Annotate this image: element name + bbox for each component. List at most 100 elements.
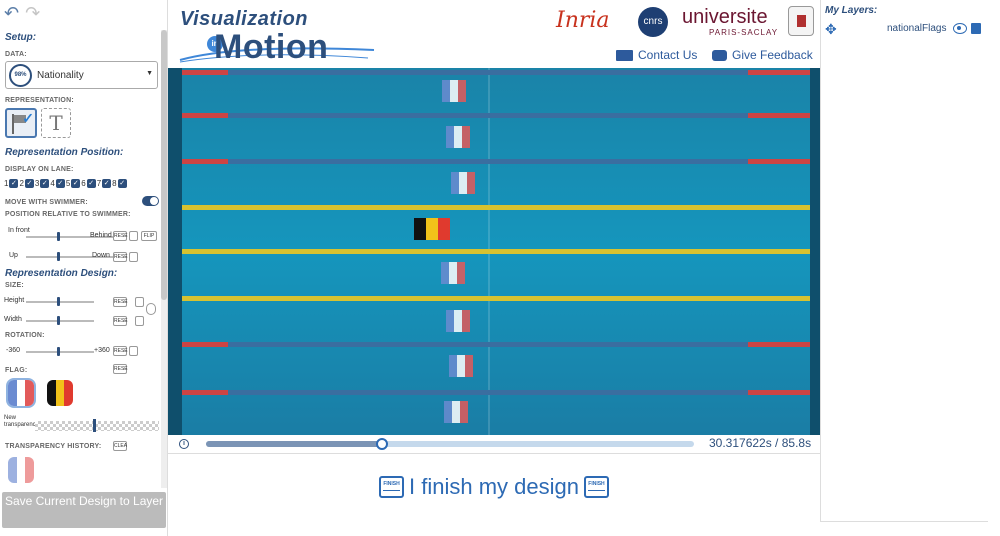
layer-name: nationalFlags <box>887 23 947 34</box>
video-progress-knob[interactable] <box>375 438 388 450</box>
reset-rotation-button[interactable]: RESE <box>113 346 128 356</box>
layer-item[interactable]: ✥ nationalFlags <box>825 22 985 36</box>
transparency-history-item[interactable] <box>8 457 34 483</box>
up-down-slider-thumb[interactable] <box>57 252 60 261</box>
reset-updown-button[interactable]: RESE <box>113 252 128 262</box>
lane-checkbox[interactable]: ✓ <box>86 179 96 188</box>
move-with-swimmer-label: MOVE WITH SWIMMER: <box>5 199 88 206</box>
decrement-button[interactable] <box>135 297 144 307</box>
flip-button[interactable]: FLIP <box>141 231 157 241</box>
checkmark-icon: ✓ <box>22 110 34 126</box>
setup-scrollbar-thumb[interactable] <box>161 30 167 300</box>
pause-icon[interactable]: II <box>179 439 189 449</box>
swimmer-flag-france <box>446 126 470 148</box>
video-progress-bar[interactable] <box>206 438 694 450</box>
feedback-link[interactable]: Give Feedback <box>712 48 813 62</box>
lane-checkbox[interactable]: ✓ <box>9 179 19 188</box>
lane-label: 1 <box>4 179 9 188</box>
rotation-slider-thumb[interactable] <box>57 347 60 356</box>
paris-saclay-label: PARIS-SACLAY <box>709 28 779 37</box>
trash-icon[interactable] <box>971 23 981 34</box>
data-select[interactable]: 98% Nationality ▼ <box>5 61 158 89</box>
decrement-button[interactable] <box>129 231 138 241</box>
lane-rope <box>168 159 820 164</box>
reset-flag-button[interactable]: RESE <box>113 364 128 374</box>
move-icon[interactable]: ✥ <box>825 22 837 36</box>
up-down-slider-row: Up Down <box>4 252 164 266</box>
video-progress-fill <box>206 441 382 447</box>
finish-design-label: I finish my design <box>409 474 579 499</box>
front-behind-slider-thumb[interactable] <box>57 232 60 241</box>
position-title: Representation Position: <box>5 147 124 158</box>
swimming-video[interactable] <box>168 68 820 435</box>
video-controls: II 30.317622s / 85.8s <box>168 435 820 454</box>
lane-label: 3 <box>34 179 40 188</box>
rotation-slider-row: -360 +360 <box>4 347 164 361</box>
redo-icon[interactable]: ↷ <box>25 4 40 22</box>
data-coverage-badge: 98% <box>9 63 32 87</box>
lane-checkbox[interactable]: ✓ <box>117 179 127 188</box>
move-with-swimmer-toggle[interactable] <box>142 196 159 206</box>
setup-panel: ↶ ↷ Setup: DATA: 98% Nationality ▼ REPRE… <box>0 0 168 536</box>
display-on-lane-label: DISPLAY ON LANE: <box>5 166 74 173</box>
envelope-icon <box>616 49 633 61</box>
rotation-slider[interactable] <box>26 351 94 353</box>
reset-height-button[interactable]: RESE <box>113 297 128 307</box>
reset-width-button[interactable]: RESE <box>113 316 128 326</box>
reset-position-button[interactable]: RESE <box>113 231 128 241</box>
swimmer-flag-france <box>449 355 473 377</box>
lane-rope <box>168 296 820 301</box>
clear-history-button[interactable]: CLEA <box>113 441 127 451</box>
lane-checkbox[interactable]: ✓ <box>71 179 81 188</box>
lane-checkbox[interactable]: ✓ <box>102 179 112 188</box>
lane-checkbox[interactable]: ✓ <box>40 179 50 188</box>
width-slider-thumb[interactable] <box>57 316 60 325</box>
finish-design-button[interactable]: FINISH I finish my design FINISH <box>168 474 820 500</box>
height-slider-thumb[interactable] <box>57 297 60 306</box>
pool-wall-right <box>810 68 820 435</box>
lane-rope <box>168 70 820 75</box>
setup-scrollbar[interactable] <box>161 30 167 488</box>
lane-checkbox[interactable]: ✓ <box>55 179 65 188</box>
pool-wall-left <box>168 68 182 435</box>
lane-rope <box>168 390 820 395</box>
decrement-button[interactable] <box>135 316 144 326</box>
belgium-flag-option[interactable] <box>47 380 73 406</box>
header: Visualization in Motion Inria cnrs unive… <box>168 0 820 68</box>
decrement-button[interactable] <box>129 252 138 262</box>
universite-logo: universite <box>682 6 768 28</box>
transparency-slider[interactable] <box>35 421 159 431</box>
height-slider[interactable] <box>26 301 94 303</box>
transparency-slider-thumb[interactable] <box>93 419 96 432</box>
save-design-button[interactable]: Save Current Design to Layer <box>2 492 166 528</box>
lane-label: 7 <box>96 179 102 188</box>
flag-representation-button[interactable]: ✓ <box>5 108 37 138</box>
lane-checkbox[interactable]: ✓ <box>24 179 34 188</box>
swimmer-flag-france <box>441 262 465 284</box>
undo-icon[interactable]: ↶ <box>4 4 19 22</box>
contact-link[interactable]: Contact Us <box>616 48 697 62</box>
lane-checkboxes: 1 ✓ 2 ✓ 3 ✓ 4 ✓ 5 ✓ 6 ✓ 7 ✓ 8 ✓ <box>4 179 128 188</box>
cnrs-logo: cnrs <box>638 7 668 37</box>
lock-aspect-icon[interactable] <box>146 303 156 315</box>
representation-options: ✓ T <box>5 108 71 138</box>
swimmer-flag-france <box>446 310 470 332</box>
width-slider[interactable] <box>26 320 94 322</box>
height-label: Height <box>4 297 25 304</box>
decrement-button[interactable] <box>129 346 138 356</box>
up-label: Up <box>9 252 18 259</box>
france-flag-option[interactable] <box>8 380 34 406</box>
swimmer-flag-france <box>444 401 468 423</box>
eye-icon[interactable] <box>953 23 967 34</box>
swimmer-flag-belgium <box>414 218 450 240</box>
behind-label: Behind <box>90 232 112 239</box>
rotation-max-label: +360 <box>94 347 110 354</box>
logo-line2: Motion <box>214 28 329 66</box>
position-relative-label: POSITION RELATIVE TO SWIMMER: <box>5 211 131 218</box>
text-representation-button[interactable]: T <box>41 108 71 138</box>
history-controls: ↶ ↷ <box>4 4 40 22</box>
setup-scroll-area[interactable]: ↶ ↷ Setup: DATA: 98% Nationality ▼ REPRE… <box>0 0 166 488</box>
transparency-history-label: TRANSPARENCY HISTORY: <box>5 443 102 450</box>
data-select-value: Nationality <box>37 69 84 81</box>
layers-title: My Layers: <box>825 5 878 16</box>
